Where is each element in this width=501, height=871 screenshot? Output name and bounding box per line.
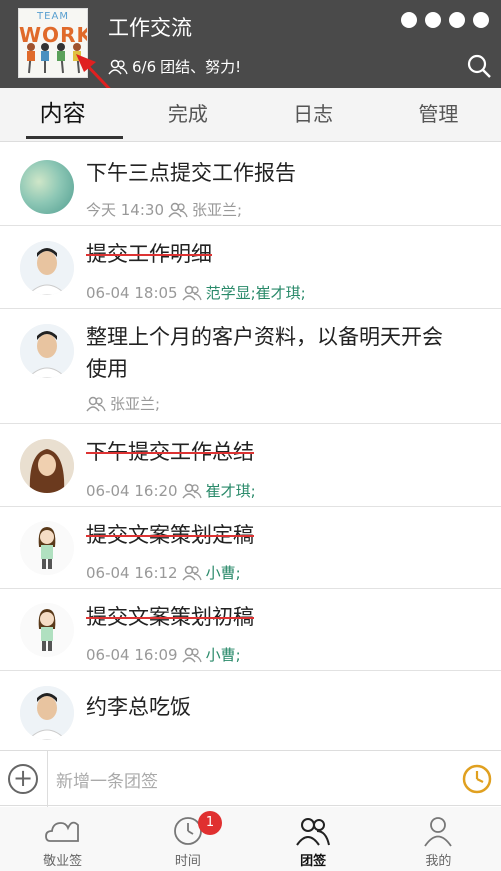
tabbar-label: 敬业签 [43,854,83,869]
task-assignees: 张亚兰; [192,201,243,219]
task-title-line1: 整理上个月的客户资料，以备明天开会 [86,325,443,349]
task-assignees: 张亚兰; [110,395,161,413]
assignees-icon [181,565,202,580]
task-time: 今天 14:30 [86,201,164,219]
logo-people-illustration [27,43,81,74]
task-list: 下午三点提交工作报告 今天 14:30 张亚兰; 提交工作明细 06-04 18… [0,143,501,751]
reminder-clock-icon[interactable] [461,763,493,795]
tabbar-item-mine[interactable]: 我的 [376,807,501,871]
list-item[interactable]: 下午提交工作总结 06-04 16:20 崔才琪; [0,424,501,507]
list-item[interactable]: 提交文案策划定稿 06-04 16:12 小曹; [0,507,501,589]
task-assignees: 小曹; [205,564,241,582]
avatar [20,439,74,493]
assignees-icon [168,202,188,217]
cloud-icon [44,821,79,842]
tab-content[interactable]: 内容 [0,88,125,141]
task-title: 提交文案策划定稿 [86,523,254,547]
tab-completed[interactable]: 完成 [125,88,250,141]
tab-log[interactable]: 日志 [251,88,376,141]
tab-manage[interactable]: 管理 [376,88,501,141]
add-icon[interactable]: + [8,764,38,794]
tabbar-item-team[interactable]: 团签 [251,807,376,871]
divider [47,751,48,807]
menu-dot-icon [401,12,417,28]
task-meta: 今天 14:30 张亚兰; [86,199,242,220]
bottom-tab-bar: 敬业签 时间 团签 我的 1 [0,807,501,871]
task-time: 06-04 18:05 [86,283,178,302]
task-time: 06-04 16:09 [86,645,178,664]
avatar [20,324,74,378]
tabbar-item-time[interactable]: 时间 [125,807,250,871]
list-item[interactable]: 下午三点提交工作报告 今天 14:30 张亚兰; [0,143,501,226]
avatar [20,521,74,575]
task-title-line2: 使用 [86,357,128,381]
task-title: 提交工作明细 [86,242,212,266]
task-meta: 06-04 16:20 崔才琪; [86,480,256,501]
avatar-man-illustration [20,324,74,378]
task-time: 06-04 16:20 [86,481,178,500]
task-title: 下午提交工作总结 [86,440,254,464]
avatar [20,686,74,740]
list-item[interactable]: 整理上个月的客户资料，以备明天开会 使用 张亚兰; [0,309,501,424]
search-icon[interactable] [465,52,493,80]
avatar [20,160,74,214]
assignees-icon [86,396,106,411]
menu-dot-icon [449,12,465,28]
task-assignees: 小曹; [205,646,241,664]
task-time: 06-04 16:12 [86,563,178,582]
avatar-cartoon-girl-illustration [20,603,74,657]
avatar-man-illustration [20,241,74,295]
tabbar-label: 我的 [425,854,452,869]
notification-badge: 1 [198,811,222,835]
task-title: 约李总吃饭 [86,695,191,719]
assignees-icon [181,483,202,498]
team-icon [296,818,331,846]
menu-dot-icon [425,12,441,28]
member-info[interactable]: 6/6 团结、努力! [108,56,241,77]
content-tabs: 内容 完成 日志 管理 [0,88,501,142]
group-header: TEAM WORK 工作交流 6/6 团结、努力! [0,0,501,88]
person-icon [424,817,453,847]
avatar [20,603,74,657]
task-meta: 06-04 18:05 范学显;崔才琪; [86,282,306,303]
more-menu-button[interactable] [401,12,489,28]
group-title: 工作交流 [108,16,192,40]
avatar-man-illustration [20,686,74,740]
task-meta: 张亚兰; [86,393,160,414]
new-task-input[interactable]: 新增一条团签 [56,767,158,792]
list-item[interactable]: 约李总吃饭 [0,671,501,751]
tabbar-label: 时间 [174,854,201,869]
members-icon [108,59,128,74]
task-assignees: 范学显;崔才琪; [205,284,306,302]
task-meta: 06-04 16:09 小曹; [86,644,241,665]
task-title: 下午三点提交工作报告 [86,161,296,185]
avatar-cartoon-girl-illustration [20,521,74,575]
group-logo[interactable]: TEAM WORK [18,8,88,78]
member-count: 6/6 [132,57,157,76]
avatar [20,241,74,295]
task-assignees: 崔才琪; [205,482,256,500]
avatar-woman-illustration [20,439,74,493]
task-meta: 06-04 16:12 小曹; [86,562,241,583]
task-title: 提交文案策划初稿 [86,605,254,629]
assignees-icon [181,647,202,662]
tabbar-item-jingyeqian[interactable]: 敬业签 [0,807,125,871]
list-item[interactable]: 提交文案策划初稿 06-04 16:09 小曹; [0,589,501,671]
list-item[interactable]: 提交工作明细 06-04 18:05 范学显;崔才琪; [0,226,501,309]
assignees-icon [181,285,202,300]
new-task-bar: + 新增一条团签 [0,750,501,807]
group-motto: 团结、努力! [160,58,242,76]
tabbar-label: 团签 [300,854,327,869]
menu-dot-icon [473,12,489,28]
